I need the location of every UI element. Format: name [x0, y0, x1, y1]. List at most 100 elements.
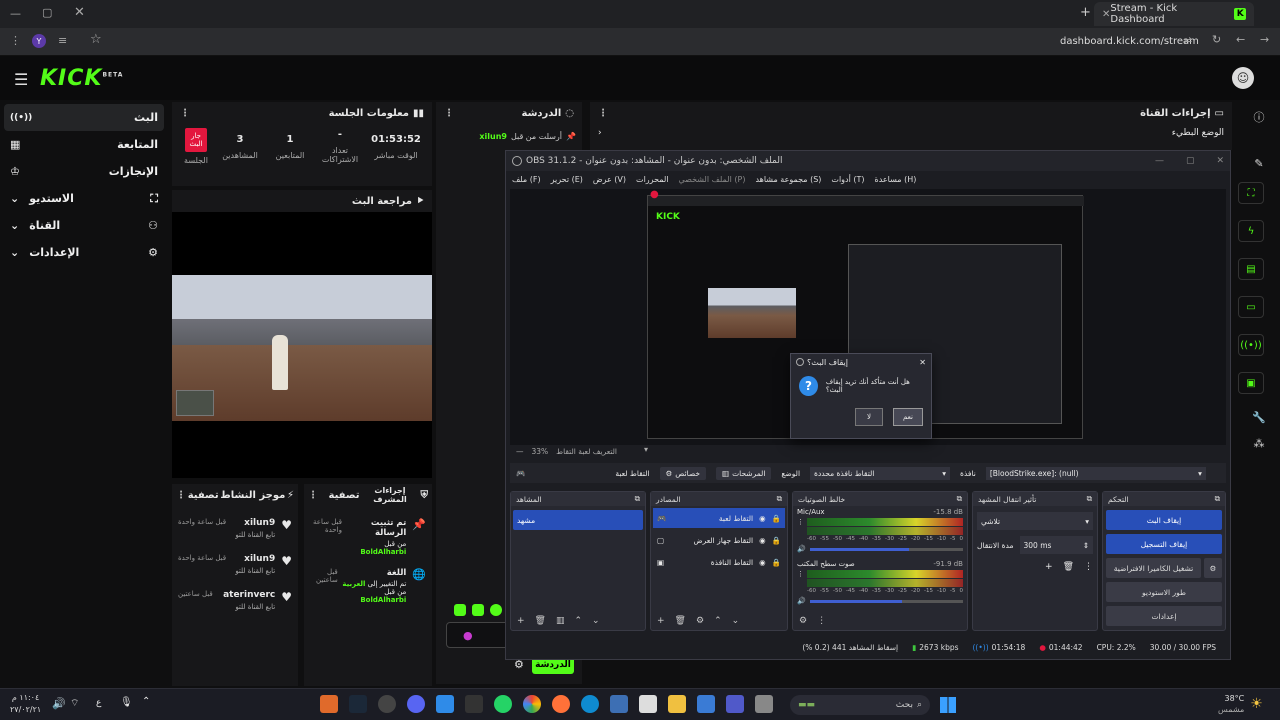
menu-profile[interactable]: الملف الشخصي (P) — [679, 175, 746, 184]
wifi-icon[interactable]: ⌔ — [70, 697, 79, 710]
sidebar-item-follows[interactable]: المتابعة ▦ — [0, 131, 168, 158]
visibility-eye-icon[interactable]: ◉ — [759, 558, 766, 567]
minimize-icon[interactable]: — — [10, 7, 21, 20]
lock-icon[interactable]: 🔒 — [772, 514, 781, 523]
task-view-icon[interactable] — [755, 695, 773, 713]
move-down-icon[interactable]: ⌄ — [732, 616, 740, 626]
kick-logo[interactable]: KICKBETA — [40, 66, 123, 91]
bookmark-star-icon[interactable]: ☆ — [90, 32, 102, 47]
app-icon[interactable] — [697, 695, 715, 713]
chrome-icon[interactable] — [523, 695, 541, 713]
zoom-minus[interactable]: — — [516, 447, 524, 456]
obs-taskbar-icon[interactable] — [378, 695, 396, 713]
channel-menu-icon[interactable]: ⋮ — [797, 570, 804, 578]
source-settings-icon[interactable]: ⚙ — [696, 616, 704, 626]
menu-scene-collection[interactable]: مجموعة مشاهد (S) — [755, 175, 821, 184]
filters-button[interactable]: ▥ المرشحات — [716, 466, 772, 480]
volume-icon[interactable]: 🔊 — [52, 697, 66, 710]
close-window-icon[interactable]: ✕ — [74, 5, 85, 20]
close-icon[interactable]: ✕ — [919, 358, 926, 367]
add-transition-icon[interactable]: + — [1045, 562, 1053, 572]
move-down-icon[interactable]: ⌄ — [592, 616, 600, 626]
site-settings-icon[interactable]: ⇌ — [1183, 34, 1192, 47]
menu-edit[interactable]: تحرير (E) — [551, 175, 583, 184]
url-text[interactable]: dashboard.kick.com/stream — [1060, 36, 1199, 47]
wrench-icon[interactable]: 🔧 — [1238, 404, 1280, 430]
virtual-camera-settings-icon[interactable]: ⚙ — [1204, 558, 1222, 578]
dock-undock-icon[interactable]: ⧉ — [777, 494, 782, 504]
language-indicator[interactable]: ع — [96, 698, 101, 708]
share-icon[interactable]: ⁂ — [1238, 430, 1280, 456]
close-tab-icon[interactable]: ✕ — [1102, 9, 1110, 20]
chevron-right-icon[interactable]: › — [598, 128, 602, 138]
source-item[interactable]: ▢ التقاط جهاز العرض ◉ 🔒 — [653, 530, 785, 550]
info-icon[interactable]: ⓘ — [1238, 104, 1280, 130]
yes-button[interactable]: نعم — [893, 408, 923, 426]
panel-menu-icon[interactable]: ⋮ — [176, 490, 186, 501]
file-icon[interactable] — [639, 695, 657, 713]
new-tab-button[interactable]: + — [1080, 5, 1091, 20]
speaker-icon[interactable]: 🔊 — [797, 545, 806, 553]
panel-menu-icon[interactable]: ⋮ — [180, 108, 190, 119]
mixer-menu-icon[interactable]: ⋮ — [817, 616, 826, 626]
reading-list-icon[interactable]: ≡ — [58, 34, 67, 47]
close-icon[interactable]: ✕ — [1216, 156, 1224, 166]
menu-dots-icon[interactable]: ⋮ — [10, 34, 21, 47]
steam-icon[interactable] — [349, 695, 367, 713]
properties-button[interactable]: ⚙ خصائص — [659, 466, 706, 480]
stop-recording-button[interactable]: إيقاف التسجيل — [1106, 534, 1222, 554]
maximize-icon[interactable]: ▢ — [1186, 156, 1195, 166]
visibility-eye-icon[interactable]: ◉ — [759, 536, 766, 545]
reload-icon[interactable]: ↻ — [1212, 33, 1221, 46]
remove-scene-icon[interactable]: 🗑 — [535, 616, 546, 626]
transition-select[interactable]: تلاشي ▾ — [977, 512, 1093, 530]
teams-icon[interactable] — [726, 695, 744, 713]
forward-icon[interactable]: → — [1260, 33, 1269, 46]
menu-docks[interactable]: المحررات — [636, 175, 668, 184]
stop-streaming-button[interactable]: إيقاف البث — [1106, 510, 1222, 530]
visibility-eye-icon[interactable]: ◉ — [759, 514, 766, 523]
duration-input[interactable]: 300 ms ⇕ — [1019, 536, 1093, 554]
restore-icon[interactable]: ▢ — [42, 6, 52, 19]
pencil-icon[interactable]: ✎ — [1238, 150, 1280, 176]
studio-mode-button[interactable]: طور الاستوديو — [1106, 582, 1222, 602]
filter-button[interactable]: تصفية — [188, 490, 219, 501]
layout-icon[interactable]: ⛶ — [1238, 182, 1264, 204]
app-icon[interactable] — [320, 695, 338, 713]
dock-undock-icon[interactable]: ⧉ — [1087, 494, 1092, 504]
sidebar-item-live[interactable]: البث ((•)) — [4, 104, 164, 131]
chevron-up-icon[interactable]: ⌃ — [142, 696, 150, 707]
lock-icon[interactable]: 🔒 — [772, 558, 781, 567]
channel-menu-icon[interactable]: ⋮ — [797, 518, 804, 526]
store-icon[interactable] — [610, 695, 628, 713]
weather-widget[interactable]: 38°C مشمس ☀ — [1218, 693, 1263, 715]
add-source-icon[interactable]: + — [657, 616, 665, 626]
firefox-icon[interactable] — [552, 695, 570, 713]
volume-slider[interactable] — [809, 547, 963, 551]
virtual-camera-button[interactable]: تشغيل الكاميرا الافتراضية — [1106, 558, 1201, 578]
broadcast-icon[interactable]: ((•)) — [1238, 334, 1264, 356]
profile-avatar[interactable]: Y — [32, 34, 46, 48]
window-select[interactable]: [BloodStrike.exe]: (null) ▾ — [985, 466, 1206, 480]
media-icon[interactable]: ▣ — [1238, 372, 1264, 394]
clock[interactable]: ١١:٠٤ م ٢٧/٠٢/٢١ — [10, 692, 41, 716]
remove-transition-icon[interactable]: 🗑 — [1063, 562, 1074, 572]
dock-undock-icon[interactable]: ⧉ — [1215, 494, 1220, 504]
dock-undock-icon[interactable]: ⧉ — [635, 494, 640, 504]
no-button[interactable]: لا — [855, 408, 883, 426]
filter-button[interactable]: تصفية — [329, 490, 360, 501]
menu-tools[interactable]: أدوات (T) — [831, 175, 864, 184]
panel-menu-icon[interactable]: ⋮ — [444, 108, 454, 119]
user-avatar[interactable]: ☺ — [1232, 67, 1254, 89]
edge-icon[interactable] — [581, 695, 599, 713]
settings-button[interactable]: إعدادات — [1106, 606, 1222, 626]
volume-slider[interactable] — [809, 599, 963, 603]
move-up-icon[interactable]: ⌃ — [714, 616, 722, 626]
source-item[interactable]: ▣ التقاط النافذة ◉ 🔒 — [653, 552, 785, 572]
bolt-icon[interactable]: ϟ — [1238, 220, 1264, 242]
menu-file[interactable]: ملف (F) — [512, 175, 541, 184]
dock-undock-icon[interactable]: ⧉ — [957, 494, 962, 504]
back-icon[interactable]: ← — [1236, 33, 1245, 46]
file-explorer-icon[interactable] — [668, 695, 686, 713]
minimize-icon[interactable]: — — [1155, 156, 1164, 166]
